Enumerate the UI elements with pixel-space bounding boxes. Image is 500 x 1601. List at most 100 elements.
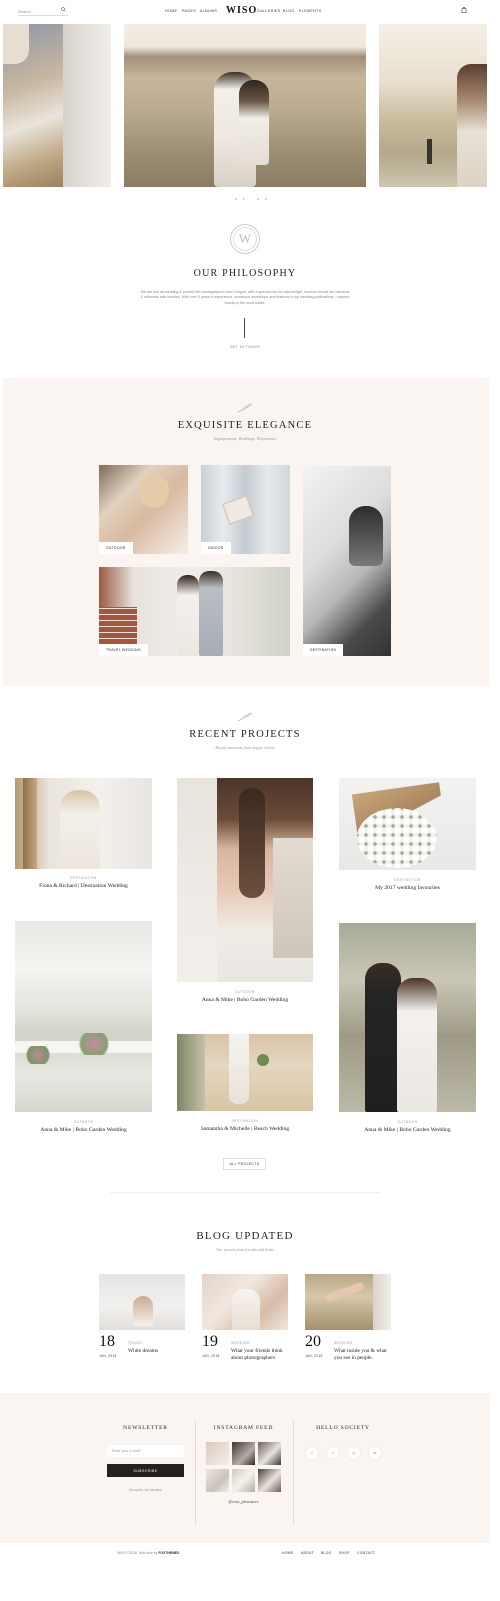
search-icon[interactable] <box>61 7 66 12</box>
nav-galleries[interactable]: GALLERIES <box>257 9 281 13</box>
project-image[interactable] <box>15 921 152 1112</box>
instagram-handle[interactable]: @wiso_photostore <box>205 1499 282 1504</box>
project-title[interactable]: Anna & Mike | Boho Garden Wedding <box>15 1127 152 1133</box>
footer-nav-blog[interactable]: BLOG <box>321 1551 332 1555</box>
project-title[interactable]: Anna & Mike | Boho Garden Wedding <box>177 997 313 1003</box>
carousel-slide-center[interactable] <box>124 24 366 187</box>
blog-post-title[interactable]: White dreams <box>128 1348 184 1355</box>
instagram-thumb[interactable] <box>258 1442 281 1465</box>
subscribe-button[interactable]: SUBSCRIBE <box>107 1464 184 1477</box>
twitter-icon[interactable]: t <box>326 1446 340 1460</box>
gallery-tile-outdoor[interactable]: OUTDOOR <box>99 465 188 554</box>
project-category: OUTDOOR <box>235 990 255 994</box>
blog-title: BLOG UPDATED <box>196 1230 294 1242</box>
elegance-title: EXQUISITE ELEGANCE <box>177 420 313 431</box>
blog-post-day: 19 <box>202 1333 218 1350</box>
philosophy-emblem: W <box>230 224 260 254</box>
footer-nav-shop[interactable]: SHOP <box>339 1551 350 1555</box>
carousel-pager[interactable]: 01 02 <box>235 197 273 201</box>
blog-post-category: TRAVEL <box>128 1341 144 1345</box>
nav-pages[interactable]: PAGES <box>182 9 196 13</box>
cart-icon[interactable] <box>461 7 467 13</box>
gallery-tile-destination[interactable]: DESTINATION <box>303 466 391 656</box>
newsletter-title: NEWSLETTER <box>123 1425 168 1431</box>
facebook-icon[interactable]: f <box>305 1446 319 1460</box>
section-divider <box>110 1192 380 1193</box>
project-category: DESTINATION <box>394 878 421 882</box>
divider-line <box>244 318 245 338</box>
tag-outdoor: OUTDOOR <box>99 542 133 554</box>
project-title[interactable]: Anna & Mike | Boho Garden Wedding <box>339 1127 476 1133</box>
nav-blog[interactable]: BLOG <box>283 9 295 13</box>
copyright-text: WISO ©2018. With love by <box>117 1551 158 1555</box>
project-image[interactable] <box>177 778 313 982</box>
blog-post-title[interactable]: What your friends think about photograph… <box>231 1348 289 1362</box>
tag-destination: DESTINATION <box>303 644 344 656</box>
footer-divider <box>195 1420 196 1525</box>
social-title: HELLO SOCIETY <box>316 1425 370 1431</box>
leaf-icon <box>237 403 253 413</box>
nav-home[interactable]: HOME <box>165 9 177 13</box>
philosophy-text: We are fine art wedding & portrait film … <box>140 290 350 305</box>
projects-title: RECENT PROJECTS <box>189 729 301 740</box>
all-projects-button[interactable]: ALL PROJECTS <box>223 1158 266 1170</box>
blog-post-category: WEDDING <box>334 1341 353 1345</box>
project-image[interactable] <box>339 923 476 1112</box>
project-category: DESTINATION <box>70 876 97 880</box>
project-title[interactable]: My 2017 wedding favourites <box>339 885 476 891</box>
blog-post-category: WEDDING <box>231 1341 250 1345</box>
tag-travel-wedding: TRAVEL WEDDING <box>99 644 148 656</box>
footer-nav-contact[interactable]: CONTACT <box>357 1551 375 1555</box>
copyright-brand[interactable]: FOXTHEMES <box>158 1551 179 1555</box>
no-spam-note: No spam, we promise <box>129 1488 162 1492</box>
project-category: OUTDOOR <box>73 1120 94 1124</box>
project-category: DESTINATION <box>231 1119 259 1123</box>
gallery-tile-indoor[interactable]: INDOOR <box>201 465 290 554</box>
project-image[interactable] <box>177 1034 313 1111</box>
nav-elements[interactable]: ELEMENTS <box>299 9 322 13</box>
footer <box>0 1393 490 1543</box>
project-category: OUTDOOR <box>397 1120 418 1124</box>
leaf-icon <box>237 712 253 722</box>
instagram-thumb[interactable] <box>232 1442 255 1465</box>
newsletter-email-input[interactable]: Enter your e-mail* <box>107 1445 184 1457</box>
instagram-thumb[interactable] <box>258 1469 281 1492</box>
nav-albums[interactable]: ALBUMS <box>200 9 217 13</box>
project-image[interactable] <box>15 778 152 869</box>
project-title[interactable]: Samantha & Michelle | Beach Wedding <box>177 1126 313 1132</box>
logo[interactable]: WISO <box>226 5 257 16</box>
footer-nav-home[interactable]: HOME <box>282 1551 293 1555</box>
instagram-icon[interactable]: ◎ <box>347 1446 361 1460</box>
linkedin-icon[interactable]: in <box>368 1446 382 1460</box>
blog-post-image[interactable] <box>202 1274 288 1330</box>
footer-nav-about[interactable]: ABOUT <box>301 1551 314 1555</box>
blog-post-image[interactable] <box>99 1274 185 1330</box>
carousel-slide-right[interactable] <box>379 24 487 187</box>
gallery-tile-travel-wedding[interactable]: TRAVEL WEDDING <box>99 567 290 656</box>
carousel-slide-left[interactable] <box>3 24 111 187</box>
tag-indoor: INDOOR <box>201 542 231 554</box>
projects-subtitle: Happy moments from happy clients <box>215 745 275 750</box>
elegance-subtitle: Engagements, Weddings, Elopements <box>213 436 277 441</box>
project-title[interactable]: Fiona & Richard | Destination Wedding <box>15 883 152 889</box>
project-image[interactable] <box>339 778 476 870</box>
blog-post-day: 18 <box>99 1333 115 1350</box>
footer-divider <box>293 1420 294 1525</box>
blog-subtitle: Our secrets from friends and bride <box>216 1247 274 1252</box>
bottom-bar <box>0 1543 490 1568</box>
blog-post-month: JAN, 2018 <box>305 1354 323 1358</box>
blog-post-month: JAN, 2018 <box>99 1354 117 1358</box>
header: Search... HOME PAGES ALBUMS WISO GALLERI… <box>0 0 500 22</box>
copyright: WISO ©2018. With love by FOXTHEMES <box>117 1551 179 1555</box>
get-in-touch-link[interactable]: GET IN TOUCH <box>0 345 490 349</box>
instagram-title: INSTAGRAM FEED <box>213 1425 274 1431</box>
emblem-letter: W <box>233 227 257 251</box>
instagram-thumb[interactable] <box>206 1469 229 1492</box>
blog-post-day: 20 <box>305 1333 321 1350</box>
blog-post-title[interactable]: What inside you & what you see in people… <box>334 1348 392 1362</box>
blog-post-image[interactable] <box>305 1274 391 1330</box>
instagram-thumb[interactable] <box>206 1442 229 1465</box>
blog-post-month: JAN, 2018 <box>202 1354 220 1358</box>
philosophy-title: OUR PHILOSOPHY <box>193 268 297 279</box>
instagram-thumb[interactable] <box>232 1469 255 1492</box>
